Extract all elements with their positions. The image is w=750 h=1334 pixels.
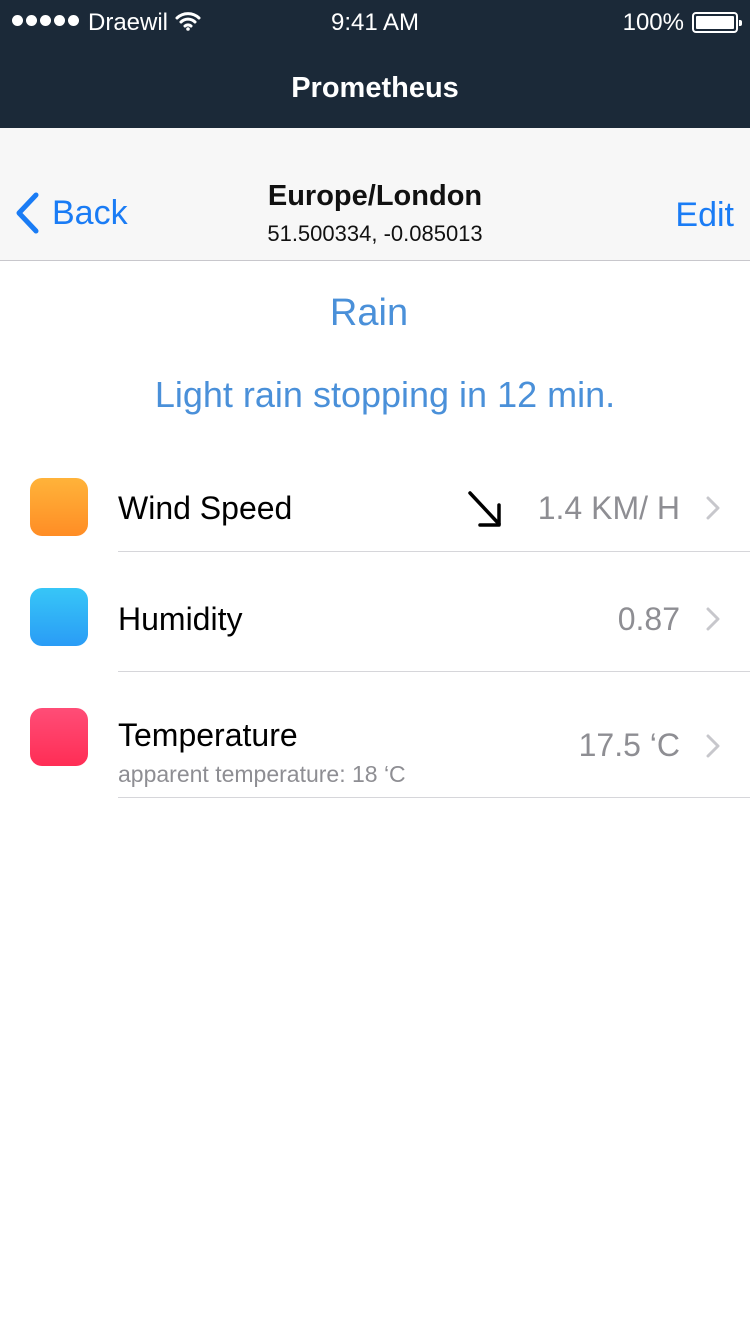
wind-direction-arrow-icon <box>468 491 501 527</box>
temperature-row[interactable]: Temperature apparent temperature: 18 ‘C … <box>0 672 750 798</box>
status-bar: Draewil 9:41 AM 100% <box>0 0 750 44</box>
battery-icon <box>692 12 742 33</box>
location-coordinates: 51.500334, -0.085013 <box>267 221 483 246</box>
wind-speed-row[interactable]: Wind Speed 1.4 KM/ H <box>0 441 750 552</box>
humidity-row[interactable]: Humidity 0.87 <box>0 552 750 672</box>
apparent-temperature-label: apparent temperature: 18 ‘C <box>118 761 406 787</box>
humidity-color-icon <box>30 588 88 646</box>
weather-forecast: Light rain stopping in 12 min. <box>154 374 616 415</box>
wind-speed-label: Wind Speed <box>118 490 293 526</box>
humidity-label: Humidity <box>118 601 243 637</box>
location-title: Europe/London <box>267 180 483 212</box>
temperature-label: Temperature <box>118 717 298 753</box>
wind-speed-color-icon <box>30 478 88 536</box>
temperature-color-icon <box>30 708 88 766</box>
chevron-right-icon <box>706 496 720 520</box>
battery-percent: 100% <box>622 9 684 36</box>
app-header: Draewil 9:41 AM 100% Prometheus <box>0 0 750 128</box>
chevron-right-icon <box>706 607 720 631</box>
navigation-bar: Back Europe/London 51.500334, -0.085013 … <box>0 128 750 261</box>
row-divider <box>118 797 750 798</box>
temperature-value: 17.5 ‘C <box>578 727 680 763</box>
weather-summary: Rain <box>329 292 409 334</box>
app-title: Prometheus <box>291 72 459 104</box>
wind-speed-value: 1.4 KM/ H <box>537 490 680 526</box>
location-header: Europe/London 51.500334, -0.085013 <box>0 180 750 247</box>
weather-details-list: Wind Speed 1.4 KM/ H Humidity 0.87 Tempe… <box>0 441 750 798</box>
edit-button[interactable]: Edit <box>675 196 734 235</box>
humidity-value: 0.87 <box>617 601 680 637</box>
chevron-right-icon <box>706 734 720 758</box>
